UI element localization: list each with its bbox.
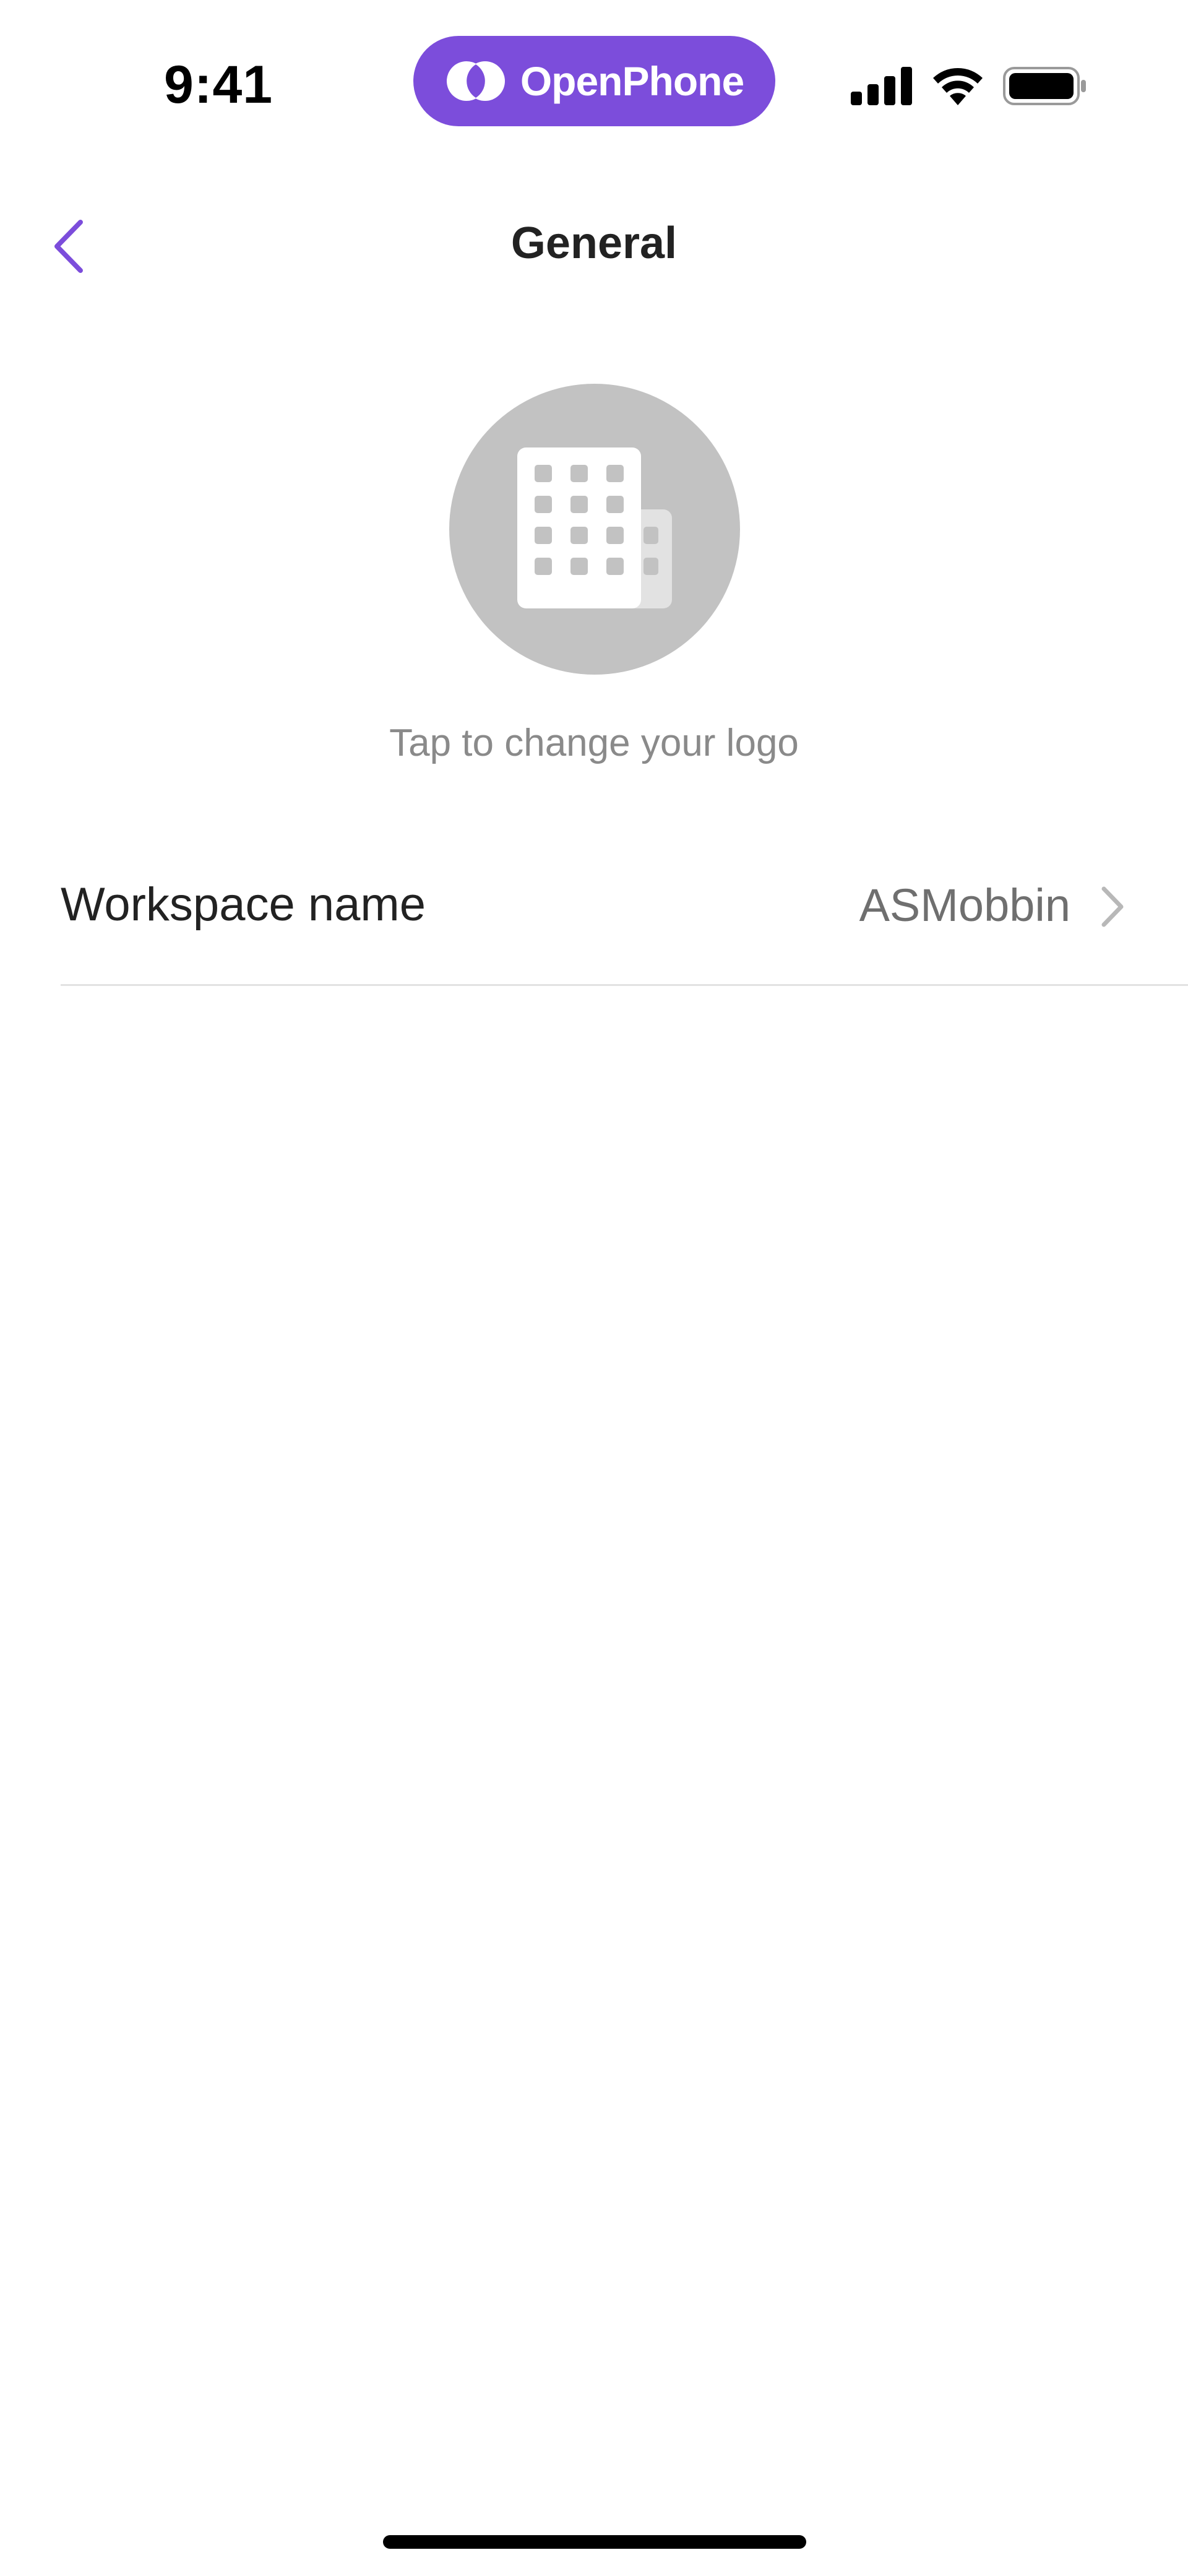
status-icons — [851, 67, 1087, 108]
brand-pill: OpenPhone — [413, 36, 775, 126]
openphone-logo-icon — [445, 59, 507, 103]
status-time: 9:41 — [164, 55, 273, 115]
wifi-icon — [931, 67, 984, 108]
home-indicator — [383, 2535, 806, 2549]
workspace-logo-button[interactable] — [449, 384, 740, 675]
change-logo-caption: Tap to change your logo — [389, 722, 799, 764]
workspace-name-value: ASMobbin — [859, 880, 1070, 931]
page-title: General — [510, 218, 678, 268]
workspace-name-label: Workspace name — [61, 878, 426, 931]
navigation-bar: General — [0, 198, 1188, 297]
workspace-name-row[interactable]: Workspace name ASMobbin — [61, 848, 1188, 986]
cellular-signal-icon — [851, 67, 913, 108]
brand-name: OpenPhone — [520, 58, 744, 104]
battery-icon — [1003, 67, 1087, 108]
chevron-right-icon — [1094, 879, 1131, 935]
status-bar: 9:41 OpenPhone — [0, 0, 1188, 161]
building-icon — [517, 447, 672, 612]
general-settings-screen: 9:41 OpenPhone General Tap to change you… — [0, 0, 1188, 2576]
